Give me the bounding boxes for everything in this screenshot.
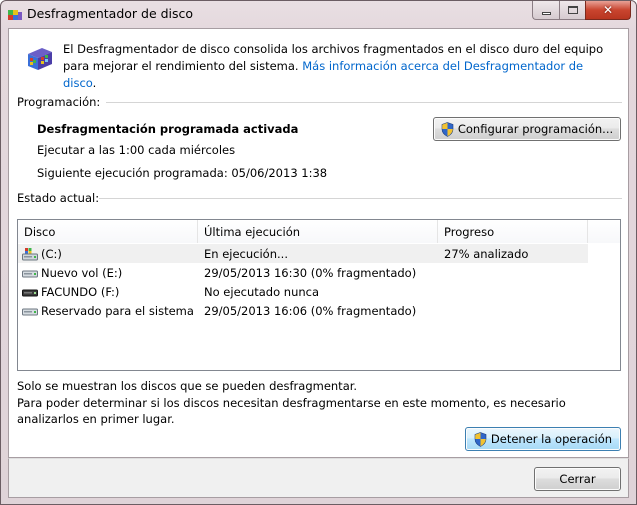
window-title: Desfragmentador de disco [27,6,194,21]
windows-drive-icon [22,247,38,260]
disk-row-reserved[interactable]: Reservado para el sistema 29/05/2013 16:… [18,301,588,320]
removable-drive-icon [22,289,38,296]
schedule-next-run: Siguiente ejecución programada: 05/06/20… [37,166,328,180]
close-button-label: Cerrar [559,472,596,486]
disk-row-c[interactable]: (C:) En ejecución... 27% analizado [18,244,588,263]
maximize-button[interactable] [559,1,585,20]
defrag-large-icon [28,48,52,70]
hard-drive-icon [22,270,38,277]
minimize-icon [541,11,551,15]
disk-name-cell: FACUNDO (F:) [18,282,198,301]
stop-operation-label: Detener la operación [490,432,613,446]
configure-schedule-label: Configurar programación... [457,122,614,136]
dialog-footer: Cerrar [8,458,629,498]
disk-name-cell: Reservado para el sistema [18,301,198,320]
disk-list-header: Disco Última ejecución Progreso [18,220,620,243]
column-header-progress[interactable]: Progreso [438,220,588,243]
disk-last-run: En ejecución... [204,246,288,261]
disk-progress [438,282,588,301]
disk-last-run: 29/05/2013 16:06 (0% fragmentado) [204,303,417,318]
current-status-separator [99,198,622,199]
disk-name-cell: Nuevo vol (E:) [18,263,198,282]
disk-list[interactable]: Disco Última ejecución Progreso (C:) En … [17,219,621,371]
disk-name: FACUNDO (F:) [41,284,120,299]
disk-row-f[interactable]: FACUNDO (F:) No ejecutado nunca [18,282,588,301]
column-header-filler [588,220,620,243]
current-status-section-label: Estado actual: [17,191,100,205]
uac-shield-icon [474,431,487,447]
close-icon: ✕ [602,3,614,17]
disk-last-run: 29/05/2013 16:30 (0% fragmentado) [204,265,417,280]
main-panel: El Desfragmentador de disco consolida lo… [8,28,629,458]
disk-progress [438,301,588,320]
schedule-frequency: Ejecutar a las 1:00 cada miércoles [37,143,236,157]
column-header-disk[interactable]: Disco [18,220,198,243]
disk-progress [438,263,588,282]
column-header-last-run[interactable]: Última ejecución [198,220,438,243]
hard-drive-icon [22,308,38,315]
window-controls: ✕ [532,1,631,20]
maximize-icon [567,6,578,14]
title-bar[interactable]: Desfragmentador de disco ✕ [1,1,636,27]
intro-description: El Desfragmentador de disco consolida lo… [63,41,613,92]
close-button[interactable]: Cerrar [534,467,621,491]
note-only-defragmentable: Solo se muestran los discos que se puede… [17,379,358,393]
disk-last-run: No ejecutado nunca [204,284,320,299]
schedule-section-label: Programación: [17,95,101,109]
intro-suffix: . [92,76,97,90]
disk-progress: 27% analizado [444,246,529,261]
disk-name-cell: (C:) [18,244,198,263]
disk-name: Reservado para el sistema [41,303,194,318]
configure-schedule-button[interactable]: Configurar programación... [433,117,621,141]
defrag-app-icon [8,10,22,20]
close-window-button[interactable]: ✕ [585,1,631,20]
note-analyze-first: Para poder determinar si los discos nece… [17,396,566,426]
minimize-button[interactable] [532,1,559,20]
stop-operation-button[interactable]: Detener la operación [465,427,621,451]
disk-name: Nuevo vol (E:) [41,265,123,280]
schedule-status: Desfragmentación programada activada [37,122,299,136]
uac-shield-icon [441,121,454,137]
schedule-separator [106,102,622,103]
defrag-window: Desfragmentador de disco ✕ El Desfragmen… [0,0,637,505]
disk-row-e[interactable]: Nuevo vol (E:) 29/05/2013 16:30 (0% frag… [18,263,588,282]
disk-name: (C:) [41,246,62,261]
